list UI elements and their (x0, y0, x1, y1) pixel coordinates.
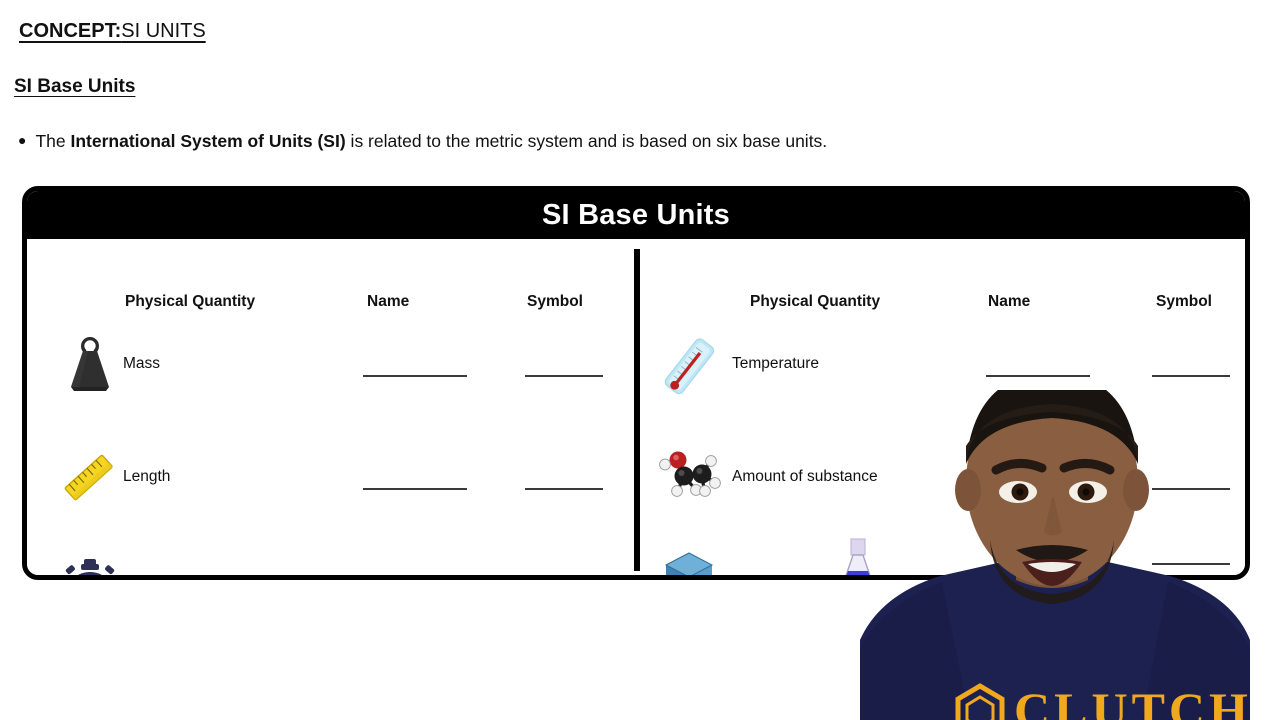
blank-line-name[interactable] (363, 488, 467, 490)
table-body: Physical Quantity Name Symbol Mass Lengt… (27, 239, 1245, 575)
concept-value: SI UNITS (121, 20, 206, 42)
table-row: Amount of substance (640, 442, 1245, 554)
table-row: Length (27, 442, 634, 554)
section-heading: SI Base Units (14, 76, 136, 97)
table-title: SI Base Units (27, 191, 1245, 239)
flask-icon (826, 535, 890, 575)
table-row: Time (27, 555, 634, 575)
si-base-units-table: SI Base Units Physical Quantity Name Sym… (22, 186, 1250, 580)
blank-line-symbol[interactable] (525, 488, 603, 490)
blank-line-symbol[interactable] (1152, 488, 1230, 490)
slide-canvas: CONCEPT:SI UNITS SI Base Units ● The Inte… (0, 0, 1280, 720)
table-column-right: Physical Quantity Name Symbol Temperatur… (640, 239, 1245, 575)
header-physical-quantity: Physical Quantity (750, 293, 881, 310)
blank-line-symbol[interactable] (525, 375, 603, 377)
blank-line-name[interactable] (986, 488, 1090, 490)
cube-icon (652, 541, 726, 575)
blank-line-name[interactable] (363, 375, 467, 377)
blank-line-name[interactable] (986, 375, 1090, 377)
header-symbol: Symbol (1156, 293, 1212, 310)
column-headers-left: Physical Quantity Name Symbol (27, 293, 634, 315)
header-name: Name (367, 293, 410, 310)
quantity-label: Length (123, 468, 171, 485)
concept-heading: CONCEPT:SI UNITS (19, 20, 206, 43)
table-row: Temperature (640, 329, 1245, 441)
bullet-text-pre: The (35, 131, 71, 151)
weight-icon (53, 329, 127, 403)
hexagon-icon (955, 683, 1005, 720)
presenter-shirt-text: CLUTCH (1014, 682, 1252, 720)
quantity-label: Amount of substance (732, 468, 878, 485)
header-physical-quantity: Physical Quantity (125, 293, 256, 310)
concept-label: CONCEPT: (19, 20, 122, 42)
quantity-label: Mass (123, 355, 161, 372)
bullet-point: ● The International System of Units (SI) … (18, 131, 827, 152)
header-name: Name (988, 293, 1031, 310)
bullet-text-bold: International System of Units (SI) (70, 131, 346, 151)
ruler-icon (53, 442, 127, 516)
stopwatch-icon (53, 555, 127, 575)
column-headers-right: Physical Quantity Name Symbol (640, 293, 1245, 315)
presenter-shirt (860, 558, 1250, 720)
bullet-text-post: is related to the metric system and is b… (345, 131, 828, 151)
blank-line-symbol[interactable] (1152, 375, 1230, 377)
table-column-left: Physical Quantity Name Symbol Mass Lengt… (27, 239, 634, 575)
blank-line-symbol[interactable] (1152, 563, 1230, 565)
header-symbol: Symbol (527, 293, 583, 310)
quantity-label: Temperature (732, 355, 820, 372)
bullet-dot-icon: ● (18, 132, 27, 148)
table-row: Volume (640, 538, 1245, 575)
table-row: Mass (27, 329, 634, 441)
molecule-icon (652, 442, 726, 516)
thermometer-icon (652, 329, 726, 403)
